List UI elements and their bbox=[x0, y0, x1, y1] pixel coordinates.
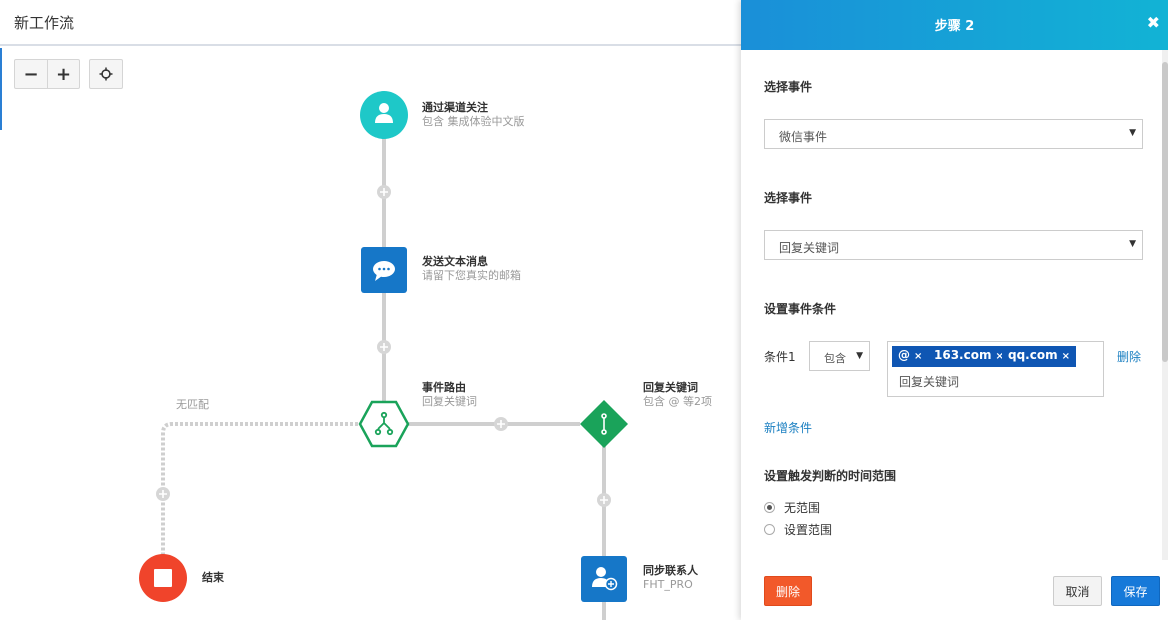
node-reply-keyword[interactable] bbox=[580, 400, 628, 448]
close-icon[interactable]: ✖ bbox=[1147, 13, 1160, 32]
node-channel-follow-label: 通过渠道关注 包含 集成体验中文版 bbox=[422, 101, 525, 129]
add-condition-link[interactable]: 新增条件 bbox=[764, 419, 812, 436]
node-title: 同步联系人 bbox=[643, 564, 698, 577]
node-title: 事件路由 bbox=[422, 381, 466, 394]
tag-text: 163.com bbox=[934, 348, 992, 362]
node-title: 回复关键词 bbox=[643, 381, 698, 394]
condition-label: 条件1 bbox=[764, 350, 796, 364]
add-step-button[interactable] bbox=[377, 340, 391, 354]
add-step-button[interactable] bbox=[377, 185, 391, 199]
node-subtitle: 回复关键词 bbox=[422, 395, 477, 408]
condition-operator-select[interactable]: 包含 ▼ bbox=[809, 341, 870, 371]
section-label-event-2: 选择事件 bbox=[764, 191, 813, 205]
radio-set-range[interactable]: 设置范围 bbox=[764, 521, 832, 538]
chevron-down-icon: ▼ bbox=[856, 351, 863, 361]
tag-remove-icon[interactable]: × bbox=[1062, 351, 1070, 362]
save-button[interactable]: 保存 bbox=[1111, 576, 1160, 606]
flow-graph bbox=[139, 91, 628, 620]
step-settings-panel: 步骤 2 ✖ 选择事件 微信事件 ▼ 选择事件 回复关键词 ▼ 设置事件条件 条… bbox=[741, 0, 1168, 620]
radio-button[interactable] bbox=[764, 502, 775, 513]
node-end-label: 结束 bbox=[202, 571, 224, 585]
section-label-event: 选择事件 bbox=[764, 80, 813, 94]
node-sync-contact[interactable] bbox=[581, 556, 627, 602]
node-send-text[interactable] bbox=[361, 247, 407, 293]
tag-text: qq.com bbox=[1008, 348, 1058, 362]
node-end[interactable] bbox=[139, 554, 187, 602]
delete-step-button[interactable]: 删除 bbox=[764, 576, 812, 606]
tag-input-text[interactable]: 回复关键词 bbox=[899, 373, 959, 390]
node-subtitle: FHT_PRO bbox=[643, 578, 693, 591]
stop-icon bbox=[154, 569, 172, 587]
node-send-text-label: 发送文本消息 请留下您真实的邮箱 bbox=[422, 255, 521, 283]
chevron-down-icon: ▼ bbox=[1129, 128, 1136, 138]
add-step-button[interactable] bbox=[597, 493, 611, 507]
event-type-select[interactable]: 微信事件 ▼ bbox=[764, 119, 1143, 149]
node-title: 通过渠道关注 bbox=[422, 101, 488, 114]
node-event-router-label: 事件路由 回复关键词 bbox=[422, 381, 477, 409]
node-subtitle: 包含 集成体验中文版 bbox=[422, 115, 525, 128]
tag-text: @ bbox=[898, 348, 910, 362]
radio-button[interactable] bbox=[764, 524, 775, 535]
keyword-tag: @ × bbox=[892, 346, 929, 367]
keyword-tag: 163.com × bbox=[928, 346, 1010, 367]
chevron-down-icon: ▼ bbox=[1129, 239, 1136, 249]
section-label-condition: 设置事件条件 bbox=[764, 302, 837, 316]
delete-condition-link[interactable]: 删除 bbox=[1117, 348, 1141, 365]
condition-operator-value: 包含 bbox=[824, 352, 846, 365]
keyword-tag: qq.com × bbox=[1002, 346, 1076, 367]
node-reply-keyword-label: 回复关键词 包含 @ 等2项 bbox=[643, 381, 712, 409]
radio-label: 无范围 bbox=[784, 501, 821, 515]
add-step-button[interactable] bbox=[494, 417, 508, 431]
panel-header: 步骤 2 ✖ bbox=[741, 0, 1168, 50]
node-channel-follow[interactable] bbox=[360, 91, 408, 139]
event-subtype-value: 回复关键词 bbox=[779, 241, 840, 255]
node-subtitle: 包含 @ 等2项 bbox=[643, 395, 712, 408]
event-type-value: 微信事件 bbox=[779, 130, 828, 144]
node-event-router[interactable] bbox=[358, 400, 410, 448]
no-match-label: 无匹配 bbox=[176, 398, 209, 411]
keyword-tag-input[interactable]: @ × 163.com × qq.com × 回复关键词 bbox=[887, 341, 1104, 397]
panel-title: 步骤 2 bbox=[934, 19, 975, 34]
node-title: 发送文本消息 bbox=[422, 255, 488, 268]
radio-label: 设置范围 bbox=[784, 523, 833, 537]
connector-no-match bbox=[161, 422, 358, 556]
scrollbar-thumb[interactable] bbox=[1162, 62, 1168, 362]
tag-remove-icon[interactable]: × bbox=[914, 351, 922, 362]
radio-no-range[interactable]: 无范围 bbox=[764, 499, 820, 516]
panel-scrollbar[interactable] bbox=[1162, 50, 1168, 560]
node-title: 结束 bbox=[202, 571, 224, 584]
section-label-time-range: 设置触发判断的时间范围 bbox=[764, 469, 897, 483]
node-sync-contact-label: 同步联系人 FHT_PRO bbox=[643, 564, 698, 592]
node-subtitle: 请留下您真实的邮箱 bbox=[422, 269, 521, 282]
cancel-button[interactable]: 取消 bbox=[1053, 576, 1102, 606]
add-step-button[interactable] bbox=[156, 487, 170, 501]
event-subtype-select[interactable]: 回复关键词 ▼ bbox=[764, 230, 1143, 260]
